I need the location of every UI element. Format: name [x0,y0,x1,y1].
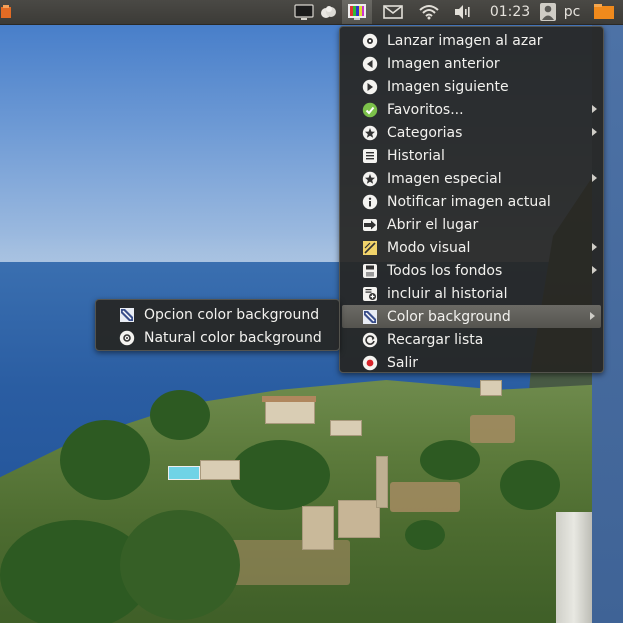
panel-clock[interactable]: 01:23 [486,0,534,24]
menu-item-favoritos[interactable]: Favoritos... [340,98,603,121]
wallpaper-terrace [390,482,460,512]
wallpaper-tree [60,420,150,500]
color-background-submenu: Opcion color background Natural color bac… [95,299,340,351]
menu-item-label: Salir [387,354,419,371]
wifi-icon[interactable] [416,0,442,24]
display-icon[interactable] [292,0,316,24]
weather-cloud-icon[interactable] [316,0,340,24]
menu-item-categorias[interactable]: Categorias [340,121,603,144]
menu-item-lanzar-imagen-al-azar[interactable]: Lanzar imagen al azar [340,29,603,52]
menu-item-label: Imagen especial [387,170,502,187]
favorites-check-icon [362,102,378,118]
wallpaper-tree [120,510,240,620]
submenu-item-label: Opcion color background [144,306,320,323]
menu-item-label: Imagen anterior [387,55,500,72]
wallpaper-wall [556,512,592,623]
menu-item-imagen-siguiente[interactable]: Imagen siguiente [340,75,603,98]
wallpaper-house [330,420,362,436]
wallpaper-changer-icon[interactable] [342,0,372,24]
menu-item-label: Categorias [387,124,463,141]
natural-color-icon [119,330,135,346]
menu-item-recargar-lista[interactable]: Recargar lista [340,328,603,351]
wallpaper-tree [420,440,480,480]
submenu-arrow-icon [592,128,597,136]
menu-item-label: Color background [387,308,511,325]
wallpaper-house [200,460,240,480]
menu-item-modo-visual[interactable]: Modo visual [340,236,603,259]
menu-item-imagen-especial[interactable]: Imagen especial [340,167,603,190]
reload-icon [362,332,378,348]
menu-item-incluir-al-historial[interactable]: incluir al historial [340,282,603,305]
menu-item-label: Lanzar imagen al azar [387,32,543,49]
panel-user-name[interactable]: pc [560,0,584,24]
submenu-arrow-icon [592,266,597,274]
menu-item-label: Todos los fondos [387,262,503,279]
special-star-icon [362,171,378,187]
save-icon [362,263,378,279]
user-icon[interactable] [537,0,559,24]
menu-item-label: Notificar imagen actual [387,193,551,210]
submenu-item-label: Natural color background [144,329,322,346]
wallpaper-roof [262,396,316,402]
volume-icon[interactable] [450,0,474,24]
menu-item-label: Imagen siguiente [387,78,509,95]
menu-item-abrir-el-lugar[interactable]: Abrir el lugar [340,213,603,236]
history-list-icon [362,148,378,164]
wallpaper-terrace [470,415,515,443]
menu-item-label: incluir al historial [387,285,508,302]
wallpaper-house [480,380,502,396]
color-pencil-icon [362,309,378,325]
menu-item-historial[interactable]: Historial [340,144,603,167]
previous-icon [362,56,378,72]
mail-icon[interactable] [380,0,406,24]
menu-item-imagen-anterior[interactable]: Imagen anterior [340,52,603,75]
submenu-item-opcion-color-background[interactable]: Opcion color background [96,303,339,326]
launch-icon [362,33,378,49]
wallpaper-tree [150,390,210,440]
color-pencil-icon [119,307,135,323]
menu-item-label: Favoritos... [387,101,464,118]
top-panel: 01:23 pc [0,0,623,25]
orange-folder-icon[interactable] [592,0,616,24]
menu-item-color-background[interactable]: Color background [342,305,601,328]
submenu-arrow-icon [590,312,595,320]
menu-item-notificar-imagen-actual[interactable]: Notificar imagen actual [340,190,603,213]
visual-mode-icon [362,240,378,256]
wallpaper-changer-menu: Lanzar imagen al azar Imagen anterior Imag… [339,26,604,373]
submenu-item-natural-color-background[interactable]: Natural color background [96,326,339,349]
wallpaper-ruin [302,506,334,550]
categories-star-icon [362,125,378,141]
info-icon [362,194,378,210]
app-launcher-icon[interactable] [0,0,14,24]
add-history-icon [362,286,378,302]
wallpaper-tree [230,440,330,510]
menu-item-label: Modo visual [387,239,471,256]
menu-item-label: Historial [387,147,445,164]
menu-item-label: Recargar lista [387,331,484,348]
menu-item-todos-los-fondos[interactable]: Todos los fondos [340,259,603,282]
menu-item-label: Abrir el lugar [387,216,479,233]
submenu-arrow-icon [592,105,597,113]
next-icon [362,79,378,95]
quit-icon [362,355,378,371]
wallpaper-tree [405,520,445,550]
submenu-arrow-icon [592,243,597,251]
menu-item-salir[interactable]: Salir [340,351,603,374]
wallpaper-ruin [338,500,380,538]
wallpaper-house [265,400,315,424]
open-location-icon [362,217,378,233]
submenu-arrow-icon [592,174,597,182]
wallpaper-pool [168,466,200,480]
wallpaper-ruin [376,456,388,508]
wallpaper-tree [500,460,560,510]
